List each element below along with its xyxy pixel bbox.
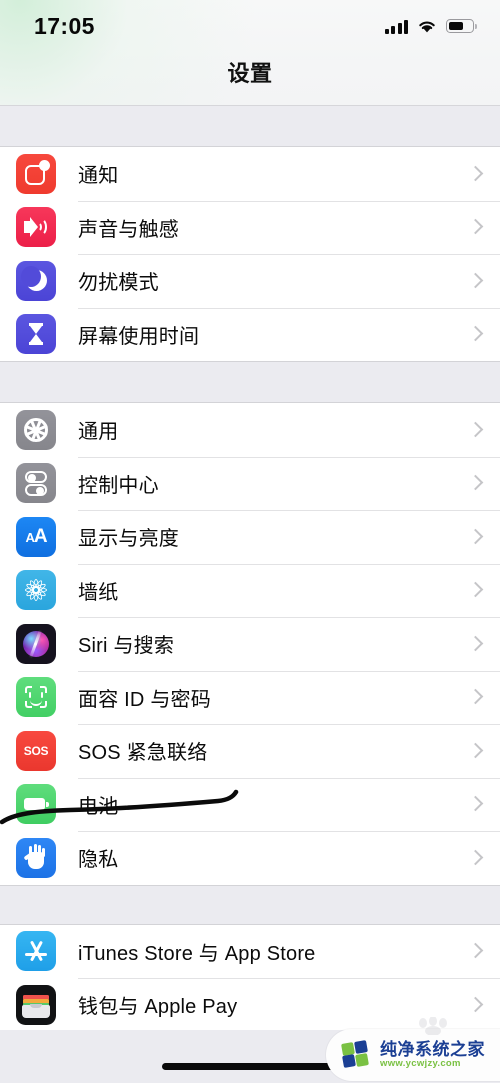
- watermark-text: 纯净系统之家 www.ycwjzy.com: [380, 1041, 485, 1069]
- chevron-right-icon: [469, 996, 480, 1014]
- settings-row-sounds-haptics[interactable]: 声音与触感: [0, 200, 500, 254]
- chevron-right-icon: [469, 581, 480, 599]
- settings-row-emergency-sos[interactable]: SOS SOS 紧急联络: [0, 724, 500, 778]
- notifications-icon: [16, 153, 56, 194]
- settings-row-itunes-app-store[interactable]: iTunes Store 与 App Store: [0, 924, 500, 978]
- row-label: Siri 与搜索: [78, 635, 175, 658]
- site-watermark: 纯净系统之家 www.ycwjzy.com: [326, 1016, 500, 1081]
- general-gear-icon: [16, 409, 56, 450]
- settings-row-general[interactable]: 通用: [0, 403, 500, 457]
- home-bar-area: 纯净系统之家 www.ycwjzy.com: [0, 1016, 500, 1083]
- battery-settings-icon: [16, 784, 56, 825]
- screen-time-icon: [16, 314, 56, 355]
- settings-row-wallpaper[interactable]: 墙纸: [0, 563, 500, 617]
- settings-row-screen-time[interactable]: 屏幕使用时间: [0, 307, 500, 361]
- display-icon-small-a: A: [25, 529, 34, 545]
- chevron-right-icon: [469, 218, 480, 236]
- row-label: SOS 紧急联络: [78, 742, 208, 765]
- control-center-icon: [16, 463, 56, 504]
- cellular-signal-icon: [384, 19, 408, 34]
- face-id-icon: [16, 677, 56, 718]
- home-indicator[interactable]: [162, 1063, 338, 1070]
- chevron-right-icon: [469, 272, 480, 290]
- settings-row-battery[interactable]: 电池: [0, 777, 500, 831]
- section-gap-middle: [0, 362, 500, 402]
- settings-row-privacy[interactable]: 隐私: [0, 831, 500, 885]
- display-brightness-icon: AA: [16, 516, 56, 557]
- siri-search-icon: [16, 623, 56, 664]
- row-label: 墙纸: [78, 581, 119, 604]
- chevron-right-icon: [469, 688, 480, 706]
- do-not-disturb-icon: [16, 260, 56, 301]
- chevron-right-icon: [469, 165, 480, 183]
- row-label: 勿扰模式: [78, 272, 159, 295]
- status-bar: 17:05: [0, 0, 500, 52]
- sos-icon-text: SOS: [23, 743, 49, 758]
- row-label: 屏幕使用时间: [78, 325, 200, 348]
- watermark-logo-icon: [341, 1040, 372, 1069]
- wifi-icon: [417, 19, 437, 34]
- status-and-nav-header: 17:05 设置: [0, 0, 500, 106]
- settings-row-face-id-passcode[interactable]: 面容 ID 与密码: [0, 670, 500, 724]
- display-icon-large-a: A: [33, 525, 48, 547]
- row-label: 钱包与 Apple Pay: [78, 996, 238, 1019]
- row-label: 声音与触感: [78, 218, 179, 241]
- status-bar-indicators: [384, 19, 477, 34]
- settings-row-siri-search[interactable]: Siri 与搜索: [0, 617, 500, 671]
- status-bar-clock: 17:05: [34, 12, 95, 39]
- battery-icon: [446, 19, 477, 33]
- chevron-right-icon: [469, 742, 480, 760]
- row-label: 通用: [78, 421, 119, 444]
- row-label: 电池: [78, 795, 119, 818]
- privacy-hand-icon: [16, 837, 56, 878]
- section-gap-bottom: [0, 885, 500, 924]
- iphone-settings-screen: 17:05 设置 通知 声音与触感 勿扰模式 屏幕使用时间 通用 控制中心 AA…: [0, 0, 500, 1083]
- paw-decoration-icon: [416, 1016, 450, 1036]
- row-label: iTunes Store 与 App Store: [78, 942, 316, 965]
- page-title: 设置: [227, 61, 273, 86]
- section-gap-top: [0, 106, 500, 146]
- settings-row-notifications[interactable]: 通知: [0, 147, 500, 201]
- watermark-url: www.ycwjzy.com: [380, 1057, 461, 1069]
- app-store-icon: [16, 931, 56, 972]
- settings-group-1: 通知 声音与触感 勿扰模式 屏幕使用时间: [0, 146, 500, 362]
- settings-row-display-brightness[interactable]: AA 显示与亮度: [0, 510, 500, 564]
- settings-row-control-center[interactable]: 控制中心: [0, 456, 500, 510]
- sounds-haptics-icon: [16, 207, 56, 248]
- chevron-right-icon: [469, 942, 480, 960]
- chevron-right-icon: [469, 849, 480, 867]
- chevron-right-icon: [469, 795, 480, 813]
- row-label: 控制中心: [78, 474, 159, 497]
- settings-group-2: 通用 控制中心 AA 显示与亮度 墙纸 Siri 与搜索 面容 ID 与密码 S…: [0, 402, 500, 886]
- chevron-right-icon: [469, 325, 480, 343]
- chevron-right-icon: [469, 421, 480, 439]
- chevron-right-icon: [469, 474, 480, 492]
- row-label: 隐私: [78, 849, 119, 872]
- emergency-sos-icon: SOS: [16, 730, 56, 771]
- row-label: 通知: [78, 165, 119, 188]
- row-label: 显示与亮度: [78, 528, 179, 551]
- row-label: 面容 ID 与密码: [78, 688, 211, 711]
- wallpaper-icon: [16, 570, 56, 611]
- watermark-title: 纯净系统之家: [380, 1040, 485, 1060]
- settings-row-do-not-disturb[interactable]: 勿扰模式: [0, 254, 500, 308]
- wallet-apple-pay-icon: [16, 984, 56, 1025]
- chevron-right-icon: [469, 528, 480, 546]
- chevron-right-icon: [469, 635, 480, 653]
